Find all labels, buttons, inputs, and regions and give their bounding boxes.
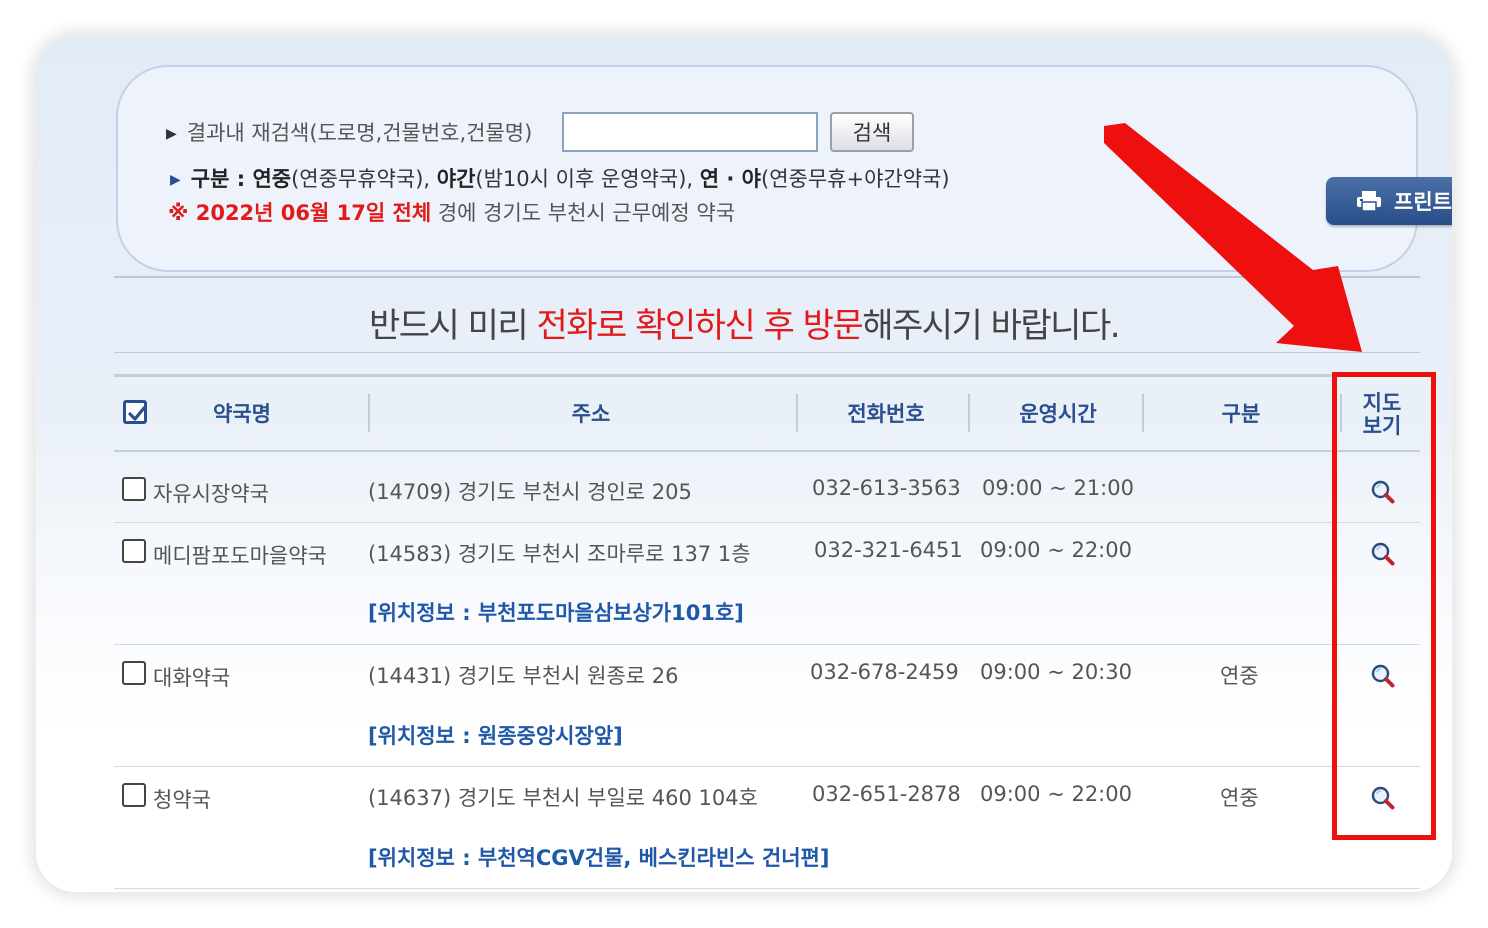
pharmacy-hours: 09:00 ~ 22:00 [980, 782, 1132, 806]
date-info-date: ※ 2022년 06월 17일 전체 [168, 201, 432, 225]
pharmacy-phone: 032-651-2878 [812, 782, 961, 806]
notice-part1: 반드시 미리 [368, 306, 537, 346]
pharmacy-name: 청약국 [153, 788, 211, 812]
section-divider [114, 276, 1420, 278]
header-address: 주소 [571, 402, 611, 426]
row-separator [114, 522, 1420, 523]
pharmacy-address: (14637) 경기도 부천시 부일로 460 104호 [368, 786, 758, 810]
row-separator [114, 766, 1420, 767]
row-separator [114, 888, 1420, 889]
notice-divider [114, 352, 1420, 353]
checkmark-icon [128, 406, 146, 421]
legend-item-yearround: 연중 [252, 167, 292, 191]
legend-item-night: 야간 [436, 167, 476, 191]
legend-prefix: 구분 : [190, 167, 253, 191]
header-separator [968, 394, 970, 432]
pharmacy-hours: 09:00 ~ 21:00 [982, 476, 1134, 500]
header-hours: 운영시간 [1019, 402, 1097, 426]
pharmacy-location-info: [위치정보 : 부천포도마을삼보상가101호] [368, 601, 744, 625]
pharmacy-address: (14709) 경기도 부천시 경인로 205 [368, 480, 692, 504]
pharmacy-location-info: [위치정보 : 원종중앙시장앞] [368, 724, 623, 748]
pharmacy-hours: 09:00 ~ 22:00 [980, 538, 1132, 562]
triangle-bullet-icon: ▶ [166, 126, 177, 142]
print-button[interactable]: 프린트 [1326, 177, 1452, 225]
legend-item-both-desc: (연중무휴+야간약국) [761, 167, 950, 191]
legend-item-night-desc: (밤10시 이후 운영약국), [475, 167, 700, 191]
table-top-border [114, 374, 1420, 377]
date-info: ※ 2022년 06월 17일 전체 경에 경기도 부천시 근무예정 약국 [168, 197, 735, 227]
header-name: 약국명 [213, 402, 271, 426]
pharmacy-address: (14583) 경기도 부천시 조마루로 137 1층 [368, 542, 751, 566]
legend-item-yearround-desc: (연중무휴약국), [291, 167, 437, 191]
pharmacy-name: 자유시장약국 [153, 482, 269, 506]
search-panel: ▶ 결과내 재검색(도로명,건물번호,건물명) 검색 ▶ 구분 : 연중(연중무휴약… [116, 65, 1452, 272]
pharmacy-name: 메디팜포도마을약국 [153, 544, 327, 568]
print-button-label: 프린트 [1394, 190, 1452, 214]
category-legend: ▶ 구분 : 연중(연중무휴약국), 야간(밤10시 이후 운영약국), 연 · … [170, 163, 950, 193]
map-column-highlight-box [1332, 372, 1436, 840]
pharmacy-hours: 09:00 ~ 20:30 [980, 660, 1132, 684]
visit-notice: 반드시 미리 전화로 확인하신 후 방문해주시기 바랍니다. [36, 298, 1452, 347]
header-bottom-border [114, 450, 1420, 452]
research-label-line: ▶ 결과내 재검색(도로명,건물번호,건물명) [166, 117, 532, 147]
row-checkbox[interactable] [122, 539, 146, 563]
row-separator [114, 644, 1420, 645]
content-card: ▶ 결과내 재검색(도로명,건물번호,건물명) 검색 ▶ 구분 : 연중(연중무휴약… [36, 36, 1452, 892]
notice-highlight: 전화로 확인하신 후 방문 [536, 306, 863, 346]
search-button[interactable]: 검색 [830, 112, 914, 152]
research-input[interactable] [562, 112, 818, 152]
select-all-checkbox[interactable] [123, 400, 147, 424]
pharmacy-location-info: [위치정보 : 부천역CGV건물, 베스킨라빈스 건너편] [368, 846, 830, 870]
research-label: 결과내 재검색(도로명,건물번호,건물명) [186, 121, 533, 145]
header-separator [368, 394, 370, 432]
header-category: 구분 [1221, 402, 1261, 426]
pharmacy-category: 연중 [1220, 664, 1259, 688]
pharmacy-phone: 032-613-3563 [812, 476, 961, 500]
row-checkbox[interactable] [122, 783, 146, 807]
header-separator [796, 394, 798, 432]
legend-item-both: 연 · 야 [699, 167, 762, 191]
pharmacy-address: (14431) 경기도 부천시 원종로 26 [368, 664, 679, 688]
triangle-bullet-icon: ▶ [170, 172, 181, 188]
row-checkbox[interactable] [122, 477, 146, 501]
header-separator [1142, 394, 1144, 432]
pharmacy-name: 대화약국 [153, 666, 231, 690]
pharmacy-phone: 032-678-2459 [810, 660, 959, 684]
header-phone: 전화번호 [847, 402, 925, 426]
notice-part2: 해주시기 바랍니다. [862, 306, 1120, 346]
pharmacy-category: 연중 [1220, 786, 1259, 810]
printer-icon [1357, 191, 1382, 212]
date-info-region: 경에 경기도 부천시 근무예정 약국 [431, 201, 736, 225]
row-checkbox[interactable] [122, 661, 146, 685]
pharmacy-phone: 032-321-6451 [814, 538, 963, 562]
